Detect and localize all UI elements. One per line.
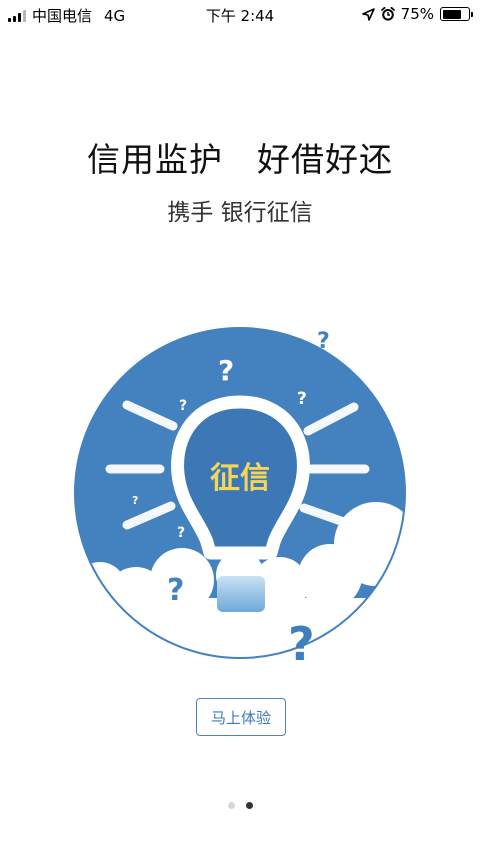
subline: 携手 银行征信: [167, 200, 313, 226]
alarm-clock-icon: [380, 7, 395, 21]
svg-text:?: ?: [317, 329, 330, 354]
onboarding-screen: 中国电信 4G 下午 2:44 75% 信用监护 好借好还 携手 银行征信 ? …: [0, 0, 480, 854]
page-dot-1[interactable]: [227, 802, 235, 809]
svg-text:?: ?: [177, 525, 185, 541]
svg-text:?: ?: [315, 557, 321, 570]
svg-text:?: ?: [288, 617, 315, 668]
battery-fill: [442, 9, 462, 19]
page-dot-2[interactable]: [245, 802, 253, 809]
svg-text:?: ?: [132, 494, 138, 507]
page-indicator: [0, 802, 480, 809]
location-arrow-icon: [361, 7, 375, 21]
try-now-button[interactable]: 马上体验: [196, 698, 286, 736]
status-bar: 中国电信 4G 下午 2:44 75%: [0, 0, 480, 28]
svg-text:?: ?: [167, 573, 184, 608]
status-right: 75%: [361, 5, 473, 23]
headline: 信用监护 好借好还: [87, 140, 393, 179]
svg-text:?: ?: [218, 354, 234, 387]
svg-text:?: ?: [179, 398, 187, 414]
battery-icon: [440, 7, 473, 21]
svg-text:?: ?: [297, 389, 307, 409]
bulb-label: 征信: [210, 461, 270, 496]
battery-percent: 75%: [400, 5, 434, 23]
credit-illustration: ? ? ? ? ? ? ? ? ? 征信: [74, 327, 406, 668]
